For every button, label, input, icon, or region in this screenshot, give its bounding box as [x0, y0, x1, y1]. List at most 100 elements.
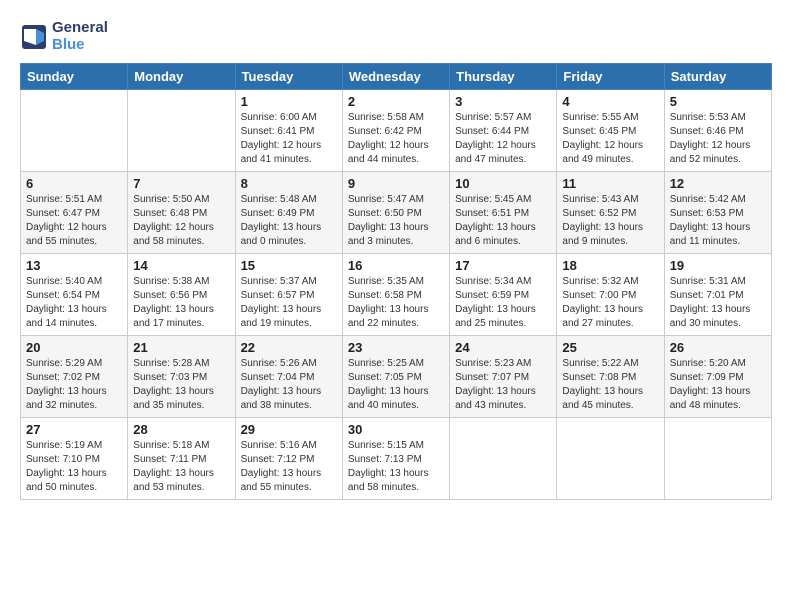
- cell-sun-info: Sunrise: 5:57 AM Sunset: 6:44 PM Dayligh…: [455, 111, 551, 167]
- cell-sun-info: Sunrise: 5:42 AM Sunset: 6:53 PM Dayligh…: [670, 193, 766, 249]
- day-number: 11: [562, 176, 658, 191]
- day-number: 3: [455, 94, 551, 109]
- cell-sun-info: Sunrise: 5:19 AM Sunset: 7:10 PM Dayligh…: [26, 439, 122, 495]
- day-number: 25: [562, 340, 658, 355]
- calendar-cell: 23 Sunrise: 5:25 AM Sunset: 7:05 PM Dayli…: [342, 336, 449, 418]
- cell-sun-info: Sunrise: 5:55 AM Sunset: 6:45 PM Dayligh…: [562, 111, 658, 167]
- calendar-cell: 11 Sunrise: 5:43 AM Sunset: 6:52 PM Dayli…: [557, 172, 664, 254]
- calendar-cell: [557, 418, 664, 500]
- calendar-cell: 13 Sunrise: 5:40 AM Sunset: 6:54 PM Dayli…: [21, 254, 128, 336]
- calendar-cell: [21, 90, 128, 172]
- day-number: 8: [241, 176, 337, 191]
- calendar-cell: 25 Sunrise: 5:22 AM Sunset: 7:08 PM Dayli…: [557, 336, 664, 418]
- day-number: 20: [26, 340, 122, 355]
- cell-sun-info: Sunrise: 5:23 AM Sunset: 7:07 PM Dayligh…: [455, 357, 551, 413]
- calendar-cell: 29 Sunrise: 5:16 AM Sunset: 7:12 PM Dayli…: [235, 418, 342, 500]
- calendar-cell: 5 Sunrise: 5:53 AM Sunset: 6:46 PM Daylig…: [664, 90, 771, 172]
- calendar-week-row: 1 Sunrise: 6:00 AM Sunset: 6:41 PM Daylig…: [21, 90, 772, 172]
- calendar-cell: 6Sunrise: 5:51 AM Sunset: 6:47 PM Daylig…: [21, 172, 128, 254]
- col-header-monday: Monday: [128, 64, 235, 90]
- day-number: 9: [348, 176, 444, 191]
- calendar-cell: 3 Sunrise: 5:57 AM Sunset: 6:44 PM Daylig…: [450, 90, 557, 172]
- day-number: 24: [455, 340, 551, 355]
- calendar-cell: 9 Sunrise: 5:47 AM Sunset: 6:50 PM Daylig…: [342, 172, 449, 254]
- cell-sun-info: Sunrise: 5:22 AM Sunset: 7:08 PM Dayligh…: [562, 357, 658, 413]
- day-number: 27: [26, 422, 122, 437]
- day-number: 23: [348, 340, 444, 355]
- cell-sun-info: Sunrise: 5:43 AM Sunset: 6:52 PM Dayligh…: [562, 193, 658, 249]
- day-number: 15: [241, 258, 337, 273]
- cell-sun-info: Sunrise: 5:20 AM Sunset: 7:09 PM Dayligh…: [670, 357, 766, 413]
- calendar-cell: 21Sunrise: 5:28 AM Sunset: 7:03 PM Dayli…: [128, 336, 235, 418]
- calendar-cell: [450, 418, 557, 500]
- col-header-sunday: Sunday: [21, 64, 128, 90]
- cell-sun-info: Sunrise: 5:34 AM Sunset: 6:59 PM Dayligh…: [455, 275, 551, 331]
- calendar-week-row: 13 Sunrise: 5:40 AM Sunset: 6:54 PM Dayli…: [21, 254, 772, 336]
- cell-sun-info: Sunrise: 5:40 AM Sunset: 6:54 PM Dayligh…: [26, 275, 122, 331]
- cell-sun-info: Sunrise: 5:51 AM Sunset: 6:47 PM Dayligh…: [26, 193, 122, 249]
- calendar-cell: 26 Sunrise: 5:20 AM Sunset: 7:09 PM Dayli…: [664, 336, 771, 418]
- day-number: 7: [133, 176, 229, 191]
- day-number: 29: [241, 422, 337, 437]
- calendar-cell: 10 Sunrise: 5:45 AM Sunset: 6:51 PM Dayli…: [450, 172, 557, 254]
- cell-sun-info: Sunrise: 5:50 AM Sunset: 6:48 PM Dayligh…: [133, 193, 229, 249]
- calendar-cell: 4Sunrise: 5:55 AM Sunset: 6:45 PM Daylig…: [557, 90, 664, 172]
- col-header-saturday: Saturday: [664, 64, 771, 90]
- day-number: 10: [455, 176, 551, 191]
- page-header: General Blue: [20, 20, 772, 53]
- day-number: 28: [133, 422, 229, 437]
- calendar-week-row: 6Sunrise: 5:51 AM Sunset: 6:47 PM Daylig…: [21, 172, 772, 254]
- cell-sun-info: Sunrise: 5:45 AM Sunset: 6:51 PM Dayligh…: [455, 193, 551, 249]
- calendar-cell: 28 Sunrise: 5:18 AM Sunset: 7:11 PM Dayli…: [128, 418, 235, 500]
- calendar-cell: 17 Sunrise: 5:34 AM Sunset: 6:59 PM Dayli…: [450, 254, 557, 336]
- cell-sun-info: Sunrise: 5:48 AM Sunset: 6:49 PM Dayligh…: [241, 193, 337, 249]
- logo: General Blue: [20, 20, 108, 53]
- day-number: 21: [133, 340, 229, 355]
- calendar-cell: 19Sunrise: 5:31 AM Sunset: 7:01 PM Dayli…: [664, 254, 771, 336]
- day-number: 12: [670, 176, 766, 191]
- cell-sun-info: Sunrise: 5:47 AM Sunset: 6:50 PM Dayligh…: [348, 193, 444, 249]
- day-number: 22: [241, 340, 337, 355]
- day-number: 1: [241, 94, 337, 109]
- calendar-cell: 22 Sunrise: 5:26 AM Sunset: 7:04 PM Dayli…: [235, 336, 342, 418]
- calendar-cell: 27 Sunrise: 5:19 AM Sunset: 7:10 PM Dayli…: [21, 418, 128, 500]
- col-header-friday: Friday: [557, 64, 664, 90]
- calendar-cell: 12 Sunrise: 5:42 AM Sunset: 6:53 PM Dayli…: [664, 172, 771, 254]
- calendar-cell: 8 Sunrise: 5:48 AM Sunset: 6:49 PM Daylig…: [235, 172, 342, 254]
- cell-sun-info: Sunrise: 5:53 AM Sunset: 6:46 PM Dayligh…: [670, 111, 766, 167]
- calendar-week-row: 20 Sunrise: 5:29 AM Sunset: 7:02 PM Dayli…: [21, 336, 772, 418]
- cell-sun-info: Sunrise: 5:37 AM Sunset: 6:57 PM Dayligh…: [241, 275, 337, 331]
- calendar-cell: 24 Sunrise: 5:23 AM Sunset: 7:07 PM Dayli…: [450, 336, 557, 418]
- calendar-cell: 1 Sunrise: 6:00 AM Sunset: 6:41 PM Daylig…: [235, 90, 342, 172]
- col-header-wednesday: Wednesday: [342, 64, 449, 90]
- logo-icon: [20, 23, 48, 51]
- calendar-cell: 15 Sunrise: 5:37 AM Sunset: 6:57 PM Dayli…: [235, 254, 342, 336]
- calendar-cell: 16Sunrise: 5:35 AM Sunset: 6:58 PM Dayli…: [342, 254, 449, 336]
- day-number: 18: [562, 258, 658, 273]
- cell-sun-info: Sunrise: 5:26 AM Sunset: 7:04 PM Dayligh…: [241, 357, 337, 413]
- day-number: 30: [348, 422, 444, 437]
- day-number: 26: [670, 340, 766, 355]
- calendar-cell: 20 Sunrise: 5:29 AM Sunset: 7:02 PM Dayli…: [21, 336, 128, 418]
- cell-sun-info: Sunrise: 5:16 AM Sunset: 7:12 PM Dayligh…: [241, 439, 337, 495]
- calendar-cell: 7 Sunrise: 5:50 AM Sunset: 6:48 PM Daylig…: [128, 172, 235, 254]
- calendar-cell: [128, 90, 235, 172]
- cell-sun-info: Sunrise: 5:31 AM Sunset: 7:01 PM Dayligh…: [670, 275, 766, 331]
- cell-sun-info: Sunrise: 5:32 AM Sunset: 7:00 PM Dayligh…: [562, 275, 658, 331]
- calendar-cell: 2Sunrise: 5:58 AM Sunset: 6:42 PM Daylig…: [342, 90, 449, 172]
- cell-sun-info: Sunrise: 5:58 AM Sunset: 6:42 PM Dayligh…: [348, 111, 444, 167]
- cell-sun-info: Sunrise: 5:29 AM Sunset: 7:02 PM Dayligh…: [26, 357, 122, 413]
- day-number: 13: [26, 258, 122, 273]
- logo-text: General Blue: [52, 20, 108, 53]
- calendar-header-row: SundayMondayTuesdayWednesdayThursdayFrid…: [21, 64, 772, 90]
- calendar-week-row: 27 Sunrise: 5:19 AM Sunset: 7:10 PM Dayli…: [21, 418, 772, 500]
- col-header-tuesday: Tuesday: [235, 64, 342, 90]
- day-number: 14: [133, 258, 229, 273]
- calendar-cell: [664, 418, 771, 500]
- cell-sun-info: Sunrise: 5:18 AM Sunset: 7:11 PM Dayligh…: [133, 439, 229, 495]
- cell-sun-info: Sunrise: 5:25 AM Sunset: 7:05 PM Dayligh…: [348, 357, 444, 413]
- day-number: 5: [670, 94, 766, 109]
- cell-sun-info: Sunrise: 6:00 AM Sunset: 6:41 PM Dayligh…: [241, 111, 337, 167]
- day-number: 17: [455, 258, 551, 273]
- cell-sun-info: Sunrise: 5:15 AM Sunset: 7:13 PM Dayligh…: [348, 439, 444, 495]
